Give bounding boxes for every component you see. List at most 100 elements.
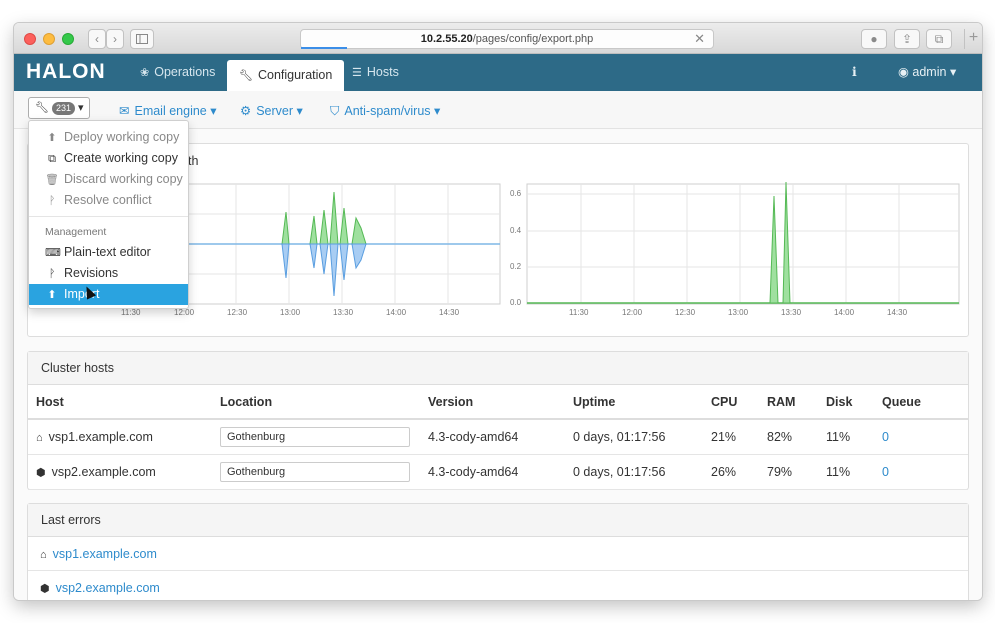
location-cell: Gothenburg	[212, 419, 420, 455]
location-input[interactable]: Gothenburg	[220, 426, 410, 447]
user-menu[interactable]: ◉ admin ▾	[898, 54, 956, 91]
y-tick: 0.4	[510, 226, 522, 235]
menu-item-label: Create working copy	[64, 151, 178, 165]
menu-label: Anti-spam/virus	[344, 104, 431, 118]
back-button[interactable]: ‹	[88, 29, 106, 49]
host-cell: ⬢ vsp2.example.com	[28, 454, 212, 490]
uptime-cell: 0 days, 01:17:56	[565, 454, 703, 490]
menu-label: Email engine	[134, 104, 207, 118]
host-name: vsp1.example.com	[48, 429, 153, 444]
location-input[interactable]: Gothenburg	[220, 461, 410, 482]
cluster-hosts-panel: Cluster hosts Host Location Version Upti…	[27, 351, 969, 490]
share-button[interactable]: ⇪	[894, 29, 920, 49]
sidebar-toggle-button[interactable]	[130, 29, 154, 49]
shield-icon: ⛉	[330, 104, 340, 118]
x-tick: 13:00	[728, 308, 749, 317]
new-tab-button[interactable]: +	[964, 29, 982, 49]
caret-down-icon: ▾	[949, 65, 957, 79]
error-host-name: vsp1.example.com	[52, 547, 157, 561]
location-cell: Gothenburg	[212, 454, 420, 490]
column-header: Host	[28, 385, 212, 420]
menu-item-label: Discard working copy	[64, 172, 183, 186]
table-row: ⬢ vsp2.example.com Gothenburg 4.3-cody-am…	[28, 454, 968, 490]
queue-link[interactable]: 0	[874, 454, 968, 490]
server-menu[interactable]: ⚙ Server ▾	[240, 103, 303, 118]
upload-icon: ⬆	[47, 132, 57, 144]
home-icon: ⌂	[40, 549, 47, 561]
column-header: RAM	[759, 385, 818, 420]
menu-section-header: Management	[45, 226, 107, 238]
error-host-link[interactable]: ⬢ vsp2.example.com	[28, 571, 968, 600]
address-bar[interactable]: 10.2.55.20/pages/config/export.php ✕	[300, 29, 714, 49]
browser-toolbar: ‹ › 10.2.55.20/pages/config/export.php ✕…	[14, 23, 982, 54]
branch-icon: ᚹ	[48, 268, 56, 280]
cpu-cell: 21%	[703, 419, 759, 455]
tabs-button[interactable]: ⧉	[926, 29, 952, 49]
tab-label: Hosts	[366, 65, 399, 79]
brand-logo[interactable]: HALON	[26, 60, 106, 84]
gear-icon: ⚙	[240, 104, 252, 118]
version-cell: 4.3-cody-amd64	[420, 454, 565, 490]
host-name: vsp2.example.com	[51, 464, 156, 479]
panel-title: Cluster hosts	[28, 352, 968, 385]
left-chart-in-series	[281, 191, 367, 245]
create-working-copy-item[interactable]: ⧉ Create working copy	[29, 148, 188, 169]
stop-icon[interactable]: ✕	[694, 30, 705, 48]
y-tick: 0.2	[510, 262, 522, 271]
info-button[interactable]: ℹ	[852, 54, 857, 91]
downloads-button[interactable]: ●	[861, 29, 887, 49]
menu-item-label: Plain-text editor	[64, 245, 151, 259]
email-engine-menu[interactable]: ✉ Email engine ▾	[119, 103, 217, 118]
cube-icon: ⬢	[40, 583, 50, 595]
cube-icon: ⬢	[36, 466, 46, 479]
column-header: CPU	[703, 385, 759, 420]
version-cell: 4.3-cody-amd64	[420, 419, 565, 455]
ram-cell: 82%	[759, 419, 818, 455]
upload-icon: ⬆	[47, 289, 57, 301]
panel-title: Last errors	[28, 504, 968, 537]
table-row: ⌂ vsp1.example.com Gothenburg 4.3-cody-am…	[28, 419, 968, 455]
tab-configuration[interactable]: 🔧︎ Configuration	[227, 60, 345, 91]
discard-working-copy-item[interactable]: 🗑︎ Discard working copy	[29, 169, 188, 190]
column-header: Uptime	[565, 385, 703, 420]
user-icon: ◉	[898, 65, 909, 79]
envelope-icon: ✉	[119, 104, 130, 118]
loading-progress	[301, 47, 347, 49]
plain-text-editor-item[interactable]: ⌨ Plain-text editor	[29, 242, 188, 263]
right-chart-grid	[526, 183, 960, 305]
close-window-button[interactable]	[24, 33, 36, 45]
y-tick: 0.0	[510, 298, 522, 307]
menu-item-label: Deploy working copy	[64, 130, 180, 144]
uptime-cell: 0 days, 01:17:56	[565, 419, 703, 455]
user-name: admin	[912, 65, 947, 79]
error-host-name: vsp2.example.com	[55, 581, 160, 595]
trash-icon: 🗑︎	[45, 174, 59, 186]
x-tick: 12:30	[675, 308, 696, 317]
group-icon: ❀	[140, 67, 150, 79]
working-copy-menu-button[interactable]: 🔧︎ 231 ▾	[28, 97, 90, 119]
forward-button[interactable]: ›	[106, 29, 124, 49]
queue-link[interactable]: 0	[874, 419, 968, 455]
maximize-window-button[interactable]	[62, 33, 74, 45]
tab-label: Operations	[154, 65, 216, 79]
column-header: Location	[212, 385, 420, 420]
import-item[interactable]: ⬆ Import	[29, 284, 188, 305]
tab-operations[interactable]: ❀ Operations	[128, 54, 227, 91]
error-host-link[interactable]: ⌂ vsp1.example.com	[28, 537, 968, 571]
anti-spam-menu[interactable]: ⛉ Anti-spam/virus ▾	[330, 103, 440, 119]
ram-cell: 79%	[759, 454, 818, 490]
resolve-conflict-item[interactable]: ᚹ Resolve conflict	[29, 190, 188, 211]
x-tick: 13:30	[781, 308, 802, 317]
minimize-window-button[interactable]	[43, 33, 55, 45]
revisions-item[interactable]: ᚹ Revisions	[29, 263, 188, 284]
sidebar-icon	[136, 34, 148, 44]
caret-down-icon: ▾	[210, 104, 217, 118]
tabs-icon: ⧉	[934, 32, 944, 46]
last-errors-panel: Last errors ⌂ vsp1.example.com ⬢ vsp2.exam…	[27, 503, 969, 600]
menu-divider	[29, 216, 188, 217]
share-icon: ⇪	[901, 32, 913, 46]
deploy-working-copy-item[interactable]: ⬆ Deploy working copy	[29, 127, 188, 148]
home-icon: ⌂	[36, 431, 43, 444]
tab-hosts[interactable]: ☰ Hosts	[340, 54, 411, 91]
table-header-row: Host Location Version Uptime CPU RAM Dis…	[28, 385, 968, 420]
